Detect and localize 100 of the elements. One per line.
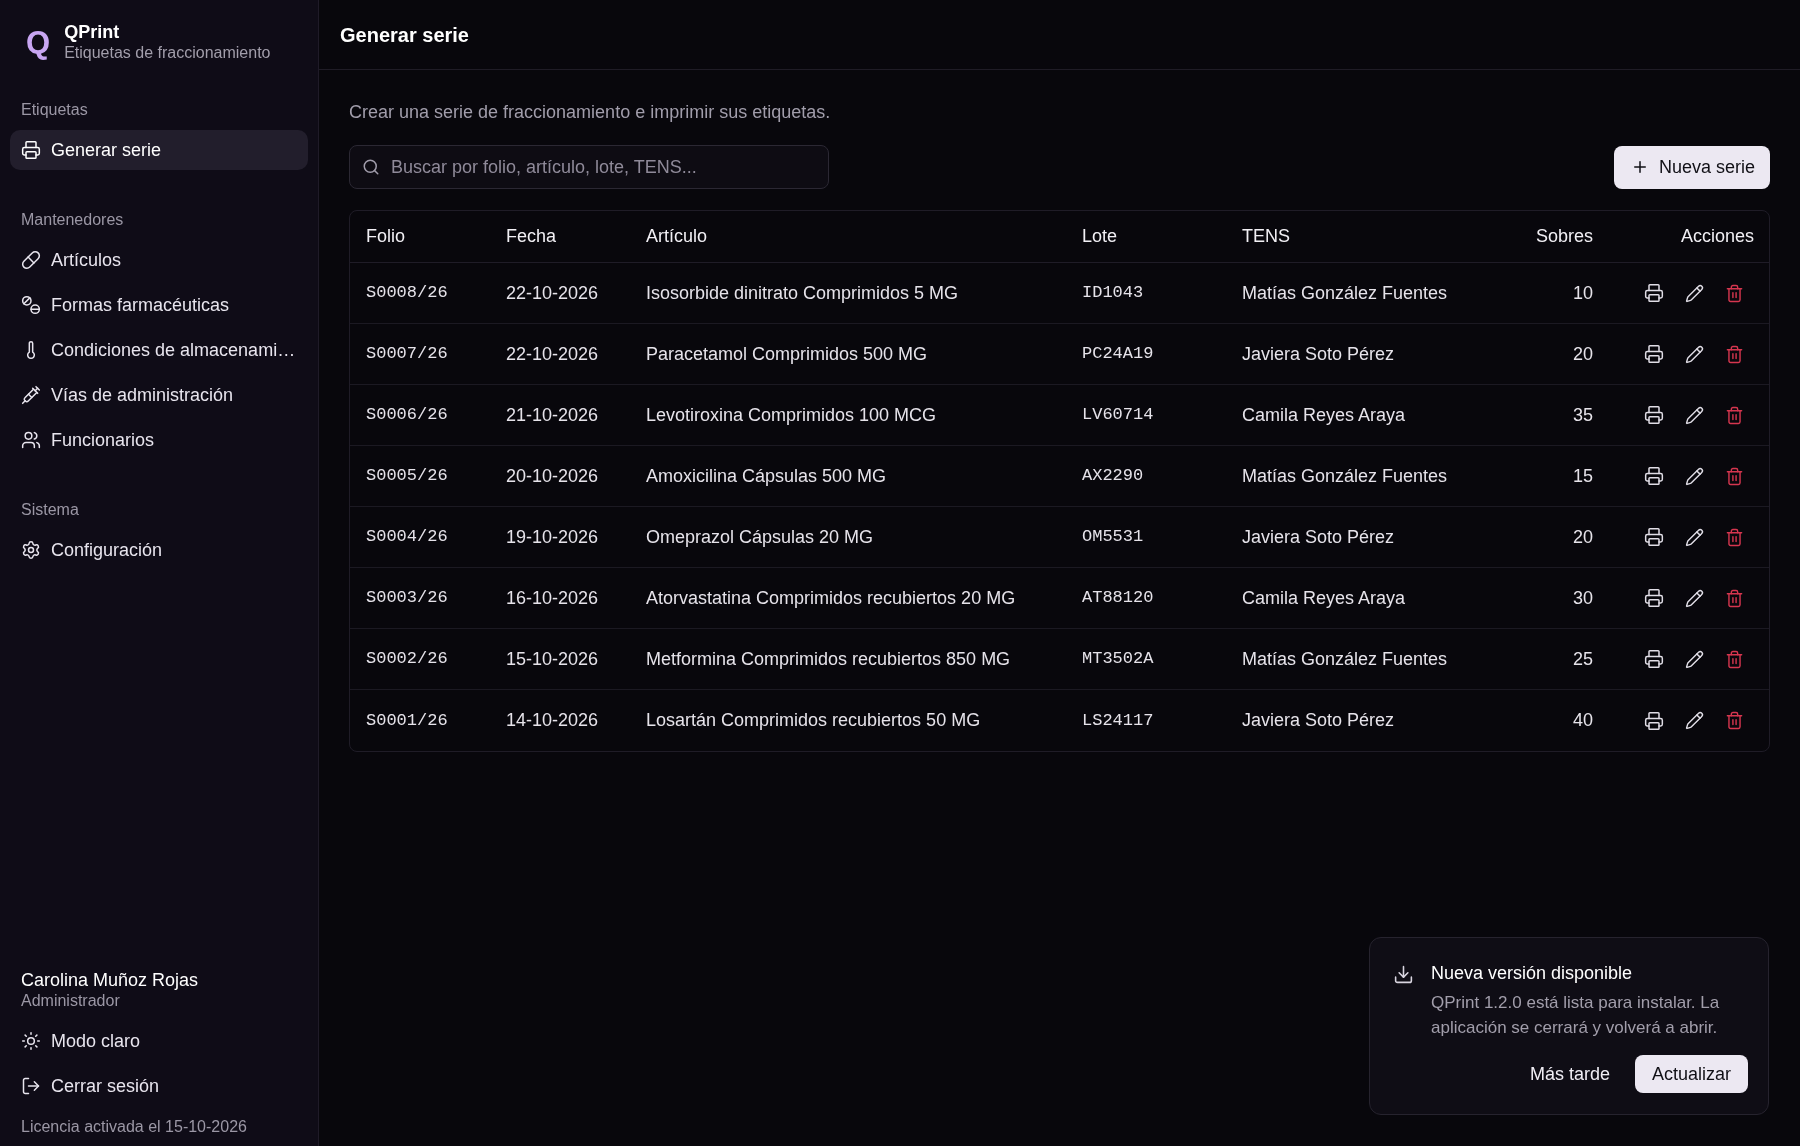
lot-cell-text: AT88120 <box>1081 587 1155 610</box>
folio-cell-text: S0002/26 <box>365 648 449 671</box>
date-cell-text: 21-10-2026 <box>505 403 600 427</box>
folio-cell-text: S0007/26 <box>365 343 449 366</box>
lot-cell-text: LV60714 <box>1081 404 1155 427</box>
pencil-icon <box>1684 405 1704 425</box>
pencil-icon <box>1684 649 1704 669</box>
settings-icon <box>21 540 41 560</box>
count-cell-text: 15 <box>1571 464 1594 488</box>
pencil-icon <box>1684 344 1704 364</box>
column-header: Folio <box>365 225 406 248</box>
article-cell-text: Paracetamol Comprimidos 500 MG <box>645 342 929 366</box>
printer-icon <box>1644 710 1664 731</box>
column-header: Lote <box>1081 225 1119 248</box>
sidebar-action[interactable]: Modo claro <box>10 1021 308 1061</box>
tens-cell-text: Javiera Soto Pérez <box>1241 525 1396 549</box>
license-text: Licencia activada el 15-10-2026 <box>20 1117 248 1136</box>
tens-cell-text: Matías González Fuentes <box>1241 281 1449 305</box>
date-cell-text: 15-10-2026 <box>505 647 600 671</box>
tens-cell-text: Javiera Soto Pérez <box>1241 709 1396 732</box>
pencil-icon <box>1684 711 1704 730</box>
new-series-button[interactable]: Nueva serie <box>1613 145 1770 189</box>
update-button[interactable]: Actualizar <box>1634 1055 1748 1093</box>
trash-icon <box>1724 283 1744 303</box>
sidebar-action[interactable]: Cerrar sesión <box>10 1066 308 1106</box>
trash-icon <box>1724 527 1744 547</box>
folio-cell-text: S0001/26 <box>365 709 449 732</box>
folio-cell-text: S0004/26 <box>365 526 449 549</box>
count-cell-text: 20 <box>1571 342 1594 366</box>
pencil-icon <box>1684 588 1704 608</box>
download-icon <box>1393 964 1414 985</box>
count-cell-text: 35 <box>1571 403 1594 427</box>
pencil-icon <box>1684 466 1704 486</box>
app-logo: Q <box>26 26 51 58</box>
search-field[interactable]: Buscar por folio, artículo, lote, TENS... <box>349 145 829 189</box>
printer-icon <box>1644 466 1664 486</box>
search-icon <box>362 158 380 176</box>
users-icon <box>21 430 41 450</box>
trash-icon <box>1724 405 1744 425</box>
column-header: TENS <box>1241 225 1291 248</box>
date-cell-text: 16-10-2026 <box>505 586 600 610</box>
folio-cell-text: S0006/26 <box>365 404 449 427</box>
article-cell-text: Isosorbide dinitrato Comprimidos 5 MG <box>645 281 960 305</box>
nav-item[interactable]: Condiciones de almacenami… <box>10 330 308 370</box>
trash-icon <box>1724 711 1744 730</box>
date-cell-text: 22-10-2026 <box>505 342 600 366</box>
article-cell-text: Levotiroxina Comprimidos 100 MCG <box>645 403 938 427</box>
lot-cell-text: LS24117 <box>1081 709 1155 732</box>
tens-cell-text: Camila Reyes Araya <box>1241 403 1407 427</box>
folio-cell-text: S0005/26 <box>365 465 449 488</box>
article-cell-text: Amoxicilina Cápsulas 500 MG <box>645 464 888 488</box>
pencil-icon <box>1684 283 1704 303</box>
lot-cell-text: AX2290 <box>1081 465 1145 488</box>
trash-icon <box>1724 466 1744 486</box>
trash-icon <box>1724 588 1744 608</box>
printer-icon <box>1644 344 1664 364</box>
printer-icon <box>1644 405 1664 425</box>
nav-item[interactable]: Configuración <box>10 530 308 570</box>
app-name: QPrint <box>64 21 121 43</box>
column-header: Fecha <box>505 225 558 248</box>
printer-icon <box>1644 649 1664 669</box>
date-cell-text: 20-10-2026 <box>505 464 600 488</box>
printer-icon <box>21 140 41 160</box>
nav-item[interactable]: Vías de administración <box>10 375 308 415</box>
count-cell-text: 40 <box>1571 709 1594 732</box>
pills-icon <box>21 295 41 315</box>
lot-cell-text: MT3502A <box>1081 648 1155 671</box>
count-cell-text: 25 <box>1571 647 1594 671</box>
section-label: Etiquetas <box>20 100 89 120</box>
count-cell-text: 30 <box>1571 586 1594 610</box>
article-cell-text: Omeprazol Cápsulas 20 MG <box>645 525 875 549</box>
nav-item[interactable]: Funcionarios <box>10 420 308 460</box>
tens-cell-text: Matías González Fuentes <box>1241 464 1449 488</box>
printer-icon <box>1644 527 1664 547</box>
trash-icon <box>1724 649 1744 669</box>
folio-cell-text: S0008/26 <box>365 282 449 305</box>
nav-item[interactable]: Artículos <box>10 240 308 280</box>
page-description: Crear una serie de fraccionamiento e imprimir sus etiquetas. <box>349 101 832 123</box>
lot-cell-text: PC24A19 <box>1081 343 1155 366</box>
nav-item[interactable]: Generar serie <box>10 130 308 170</box>
date-cell-text: 22-10-2026 <box>505 281 600 305</box>
later-button[interactable]: Más tarde <box>1519 1055 1620 1093</box>
count-cell-text: 20 <box>1571 525 1594 549</box>
column-header: Sobres <box>1534 225 1594 248</box>
pencil-icon <box>1684 527 1704 547</box>
lot-cell-text: OM5531 <box>1081 526 1145 549</box>
user-name: Carolina Muñoz Rojas <box>21 969 200 991</box>
toast-message: QPrint 1.2.0 está lista para instalar. La aplicación se cerrará y volverá a abrir. <box>1431 992 1721 1039</box>
section-label: Sistema <box>20 500 80 520</box>
tens-cell-text: Camila Reyes Araya <box>1241 586 1407 610</box>
page-title: Generar serie <box>340 22 469 48</box>
logout-icon <box>21 1076 41 1096</box>
lot-cell-text: ID1043 <box>1081 282 1145 305</box>
tens-cell-text: Javiera Soto Pérez <box>1241 342 1396 366</box>
tens-cell-text: Matías González Fuentes <box>1241 647 1449 671</box>
column-header: Artículo <box>645 225 709 248</box>
trash-icon <box>1724 344 1744 364</box>
date-cell-text: 14-10-2026 <box>505 709 600 732</box>
printer-icon <box>1644 588 1664 608</box>
nav-item[interactable]: Formas farmacéuticas <box>10 285 308 325</box>
